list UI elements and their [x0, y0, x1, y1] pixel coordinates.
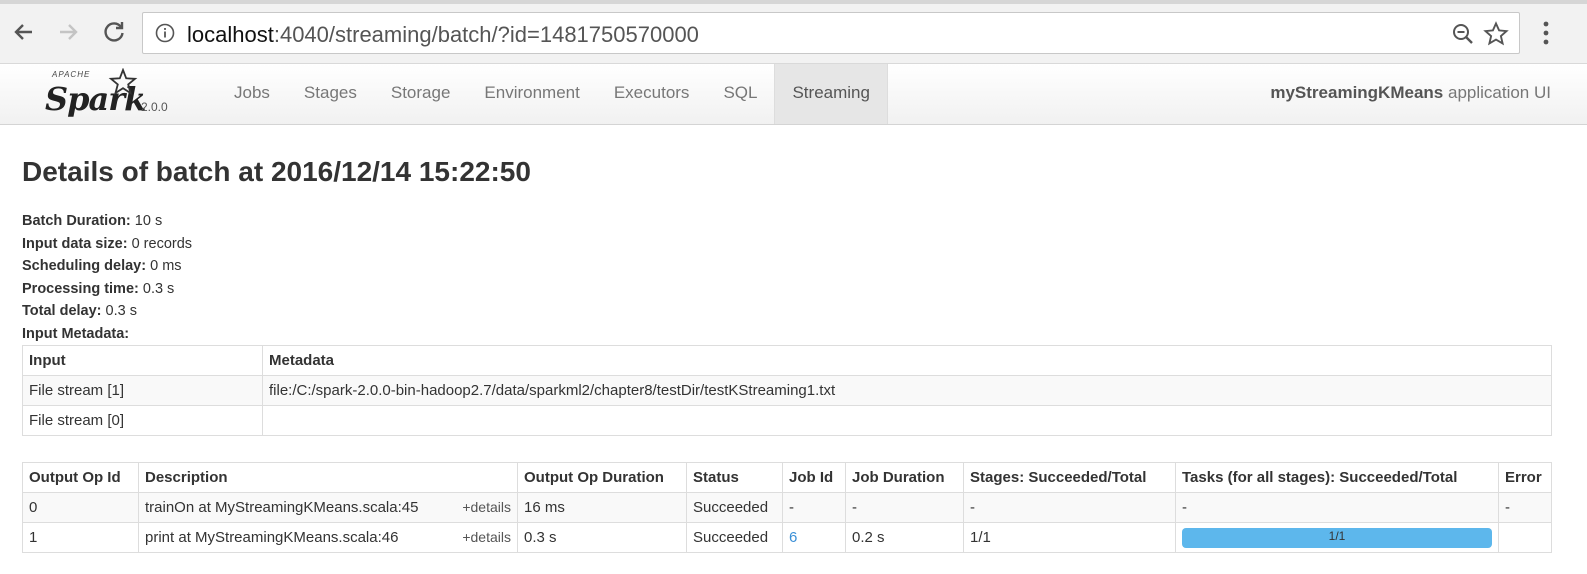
summary-label: Scheduling delay: — [22, 258, 147, 274]
address-bar[interactable]: localhost:4040/streaming/batch/?id=14817… — [142, 12, 1520, 54]
tab-environment[interactable]: Environment — [467, 64, 596, 124]
tab-executors[interactable]: Executors — [597, 64, 707, 124]
summary-value: 0 records — [131, 235, 193, 252]
summary-value: 0.3 s — [105, 303, 137, 319]
output-op-id-cell: 1 — [22, 522, 139, 553]
column-header-output-op-duration[interactable]: Output Op Duration — [517, 462, 687, 493]
summary-total-delay: Total delay: 0.3 s — [22, 300, 1552, 323]
summary-input-metadata: Input Metadata: — [22, 323, 1552, 346]
column-header-metadata[interactable]: Metadata — [262, 345, 1552, 376]
spark-navbar: APACHE Spark 2.0.0 Jobs Stages Storage E… — [0, 64, 1587, 125]
column-header-output-op-id[interactable]: Output Op Id — [22, 462, 139, 493]
tab-stages[interactable]: Stages — [287, 64, 374, 124]
output-op-duration-cell: 0.3 s — [517, 522, 687, 553]
tab-storage[interactable]: Storage — [374, 64, 468, 124]
summary-value: 10 s — [134, 213, 163, 229]
url-path: :4040/streaming/batch/?id=1481750570000 — [273, 22, 699, 47]
column-header-stages[interactable]: Stages: Succeeded/Total — [963, 462, 1176, 493]
table-row: File stream [1] file:/C:/spark-2.0.0-bin… — [22, 375, 1552, 406]
description-cell: print at MyStreamingKMeans.scala:46 +deta… — [138, 522, 518, 553]
error-cell: - — [1498, 492, 1552, 523]
input-cell: File stream [1] — [22, 375, 263, 406]
input-metadata-table: Input Metadata File stream [1] file:/C:/… — [22, 345, 1552, 436]
window-top-edge — [0, 0, 1587, 4]
description-text: trainOn at MyStreamingKMeans.scala:45 — [145, 499, 419, 516]
summary-value: 0.3 s — [142, 280, 175, 297]
spark-logo[interactable]: APACHE Spark 2.0.0 — [40, 66, 180, 122]
column-header-tasks[interactable]: Tasks (for all stages): Succeeded/Total — [1175, 462, 1499, 493]
url-text: localhost:4040/streaming/batch/?id=14817… — [187, 22, 699, 48]
details-toggle[interactable]: +details — [462, 499, 511, 515]
main-content: Details of batch at 2016/12/14 15:22:50 … — [22, 156, 1552, 345]
table-row: 0 trainOn at MyStreamingKMeans.scala:45 +… — [22, 492, 1552, 523]
column-header-job-id[interactable]: Job Id — [782, 462, 846, 493]
spark-star-icon — [108, 67, 138, 98]
summary-label: Batch Duration: — [22, 213, 131, 229]
summary-value: 0 ms — [150, 258, 182, 274]
nav-tabs: Jobs Stages Storage Environment Executor… — [217, 64, 888, 124]
column-header-input[interactable]: Input — [22, 345, 263, 376]
batch-summary-list: Batch Duration: 10 s Input data size: 0 … — [22, 210, 1552, 345]
column-header-status[interactable]: Status — [686, 462, 783, 493]
description-text: print at MyStreamingKMeans.scala:46 — [145, 529, 399, 546]
metadata-cell: file:/C:/spark-2.0.0-bin-hadoop2.7/data/… — [262, 375, 1552, 406]
summary-label: Input data size: — [22, 235, 128, 252]
column-header-error[interactable]: Error — [1498, 462, 1552, 493]
job-id-cell: - — [782, 492, 846, 523]
info-icon[interactable] — [155, 23, 175, 43]
stages-cell: - — [963, 492, 1176, 523]
url-host: localhost — [187, 22, 274, 47]
column-header-job-duration[interactable]: Job Duration — [845, 462, 964, 493]
status-cell: Succeeded — [686, 492, 783, 523]
app-suffix: application UI — [1447, 83, 1551, 102]
browser-menu-icon[interactable] — [1538, 20, 1554, 46]
summary-input-size: Input data size: 0 records — [22, 233, 1552, 256]
output-operations-table: Output Op Id Description Output Op Durat… — [22, 462, 1552, 553]
table-row: 1 print at MyStreamingKMeans.scala:46 +de… — [22, 522, 1552, 553]
tasks-progress-text: 1/1 — [1328, 528, 1346, 543]
input-cell: File stream [0] — [22, 405, 263, 436]
zoom-icon[interactable] — [1451, 22, 1475, 46]
status-cell: Succeeded — [686, 522, 783, 553]
browser-toolbar: localhost:4040/streaming/batch/?id=14817… — [0, 0, 1587, 64]
summary-label: Processing time: — [22, 280, 139, 297]
forward-arrow-icon[interactable] — [54, 18, 82, 46]
description-cell: trainOn at MyStreamingKMeans.scala:45 +de… — [138, 492, 518, 523]
job-id-cell: 6 — [782, 522, 846, 553]
page-title: Details of batch at 2016/12/14 15:22:50 — [22, 156, 531, 187]
table-row: File stream [0] — [22, 405, 1552, 436]
tasks-cell: - — [1175, 492, 1499, 523]
summary-label: Input Metadata: — [22, 325, 130, 342]
job-duration-cell: - — [845, 492, 964, 523]
summary-label: Total delay: — [22, 303, 102, 319]
column-header-description[interactable]: Description — [138, 462, 518, 493]
summary-batch-duration: Batch Duration: 10 s — [22, 210, 1552, 233]
back-arrow-icon[interactable] — [10, 18, 38, 46]
reload-icon[interactable] — [100, 18, 128, 46]
tasks-cell: 1/1 — [1175, 522, 1499, 553]
tab-sql[interactable]: SQL — [706, 64, 774, 124]
tab-streaming[interactable]: Streaming — [774, 64, 888, 124]
tab-jobs[interactable]: Jobs — [217, 64, 287, 124]
summary-processing-time: Processing time: 0.3 s — [22, 278, 1552, 301]
output-op-duration-cell: 16 ms — [517, 492, 687, 523]
brand-apache-text: APACHE — [52, 70, 91, 79]
output-op-id-cell: 0 — [22, 492, 139, 523]
details-toggle[interactable]: +details — [462, 529, 511, 545]
table-header-row: Output Op Id Description Output Op Durat… — [22, 462, 1552, 493]
error-cell — [1498, 522, 1552, 553]
tasks-progress-bar: 1/1 — [1182, 527, 1492, 548]
stages-cell: 1/1 — [963, 522, 1176, 553]
bookmark-star-icon[interactable] — [1483, 21, 1509, 47]
job-duration-cell: 0.2 s — [845, 522, 964, 553]
metadata-cell — [262, 405, 1552, 436]
table-header-row: Input Metadata — [22, 345, 1552, 376]
application-ui-label: myStreamingKMeans application UI — [1270, 83, 1551, 103]
spark-version: 2.0.0 — [141, 100, 168, 114]
job-id-link[interactable]: 6 — [789, 529, 797, 546]
app-name: myStreamingKMeans — [1270, 83, 1444, 102]
summary-scheduling-delay: Scheduling delay: 0 ms — [22, 255, 1552, 278]
